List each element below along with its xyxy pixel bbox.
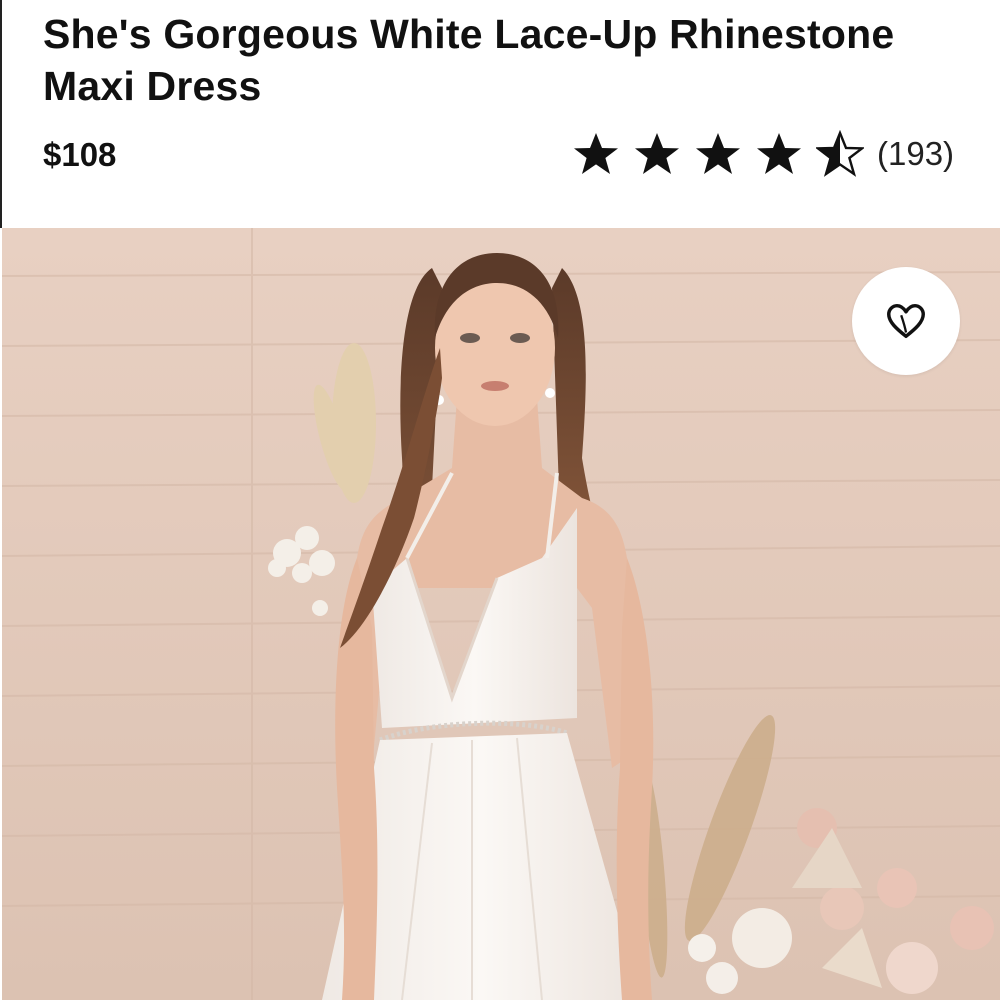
product-title: She's Gorgeous White Lace-Up Rhinestone …: [43, 11, 895, 109]
favorite-button[interactable]: [852, 267, 960, 375]
review-count[interactable]: (193): [877, 135, 954, 173]
product-header: She's Gorgeous White Lace-Up Rhinestone …: [0, 0, 1000, 228]
star-full-icon: [694, 130, 742, 178]
product-price: $108: [43, 136, 117, 173]
product-photo-illustration: [2, 228, 1000, 1000]
star-full-icon: [755, 130, 803, 178]
star-half-icon: [816, 130, 864, 178]
star-full-icon: [572, 130, 620, 178]
star-full-icon: [633, 130, 681, 178]
heart-icon: [883, 298, 929, 344]
rating-widget[interactable]: (193): [572, 126, 954, 182]
product-photo[interactable]: [2, 228, 1000, 1000]
